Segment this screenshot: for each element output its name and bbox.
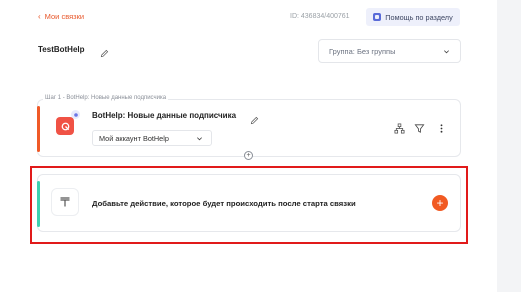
network-icon[interactable] [393, 122, 405, 134]
text-action-icon [51, 188, 79, 216]
main-panel: ‹ Мои связки ID: 436834/400761 Помощь по… [0, 0, 497, 292]
edit-step-pencil-icon[interactable] [250, 112, 259, 125]
account-select-value: Мой аккаунт BotHelp [99, 133, 169, 143]
add-step-icon[interactable]: + [244, 151, 253, 160]
bundle-id: ID: 436834/400761 [290, 13, 350, 20]
add-action-text: Добавьте действие, которое будет происхо… [92, 199, 356, 208]
help-icon [373, 13, 382, 21]
step-label: Шаг 1 - BotHelp: Новые данные подписчика [43, 95, 169, 101]
filter-icon[interactable] [413, 122, 425, 134]
help-button-label: Помощь по разделу [385, 12, 453, 22]
back-link-label: Мои связки [44, 12, 85, 21]
back-link[interactable]: ‹ Мои связки [38, 12, 84, 21]
bot-title: TestBotHelp [38, 45, 85, 54]
account-select[interactable]: Мой аккаунт BotHelp [92, 130, 212, 146]
chevron-left-icon: ‹ [38, 11, 41, 21]
group-select[interactable]: Группа: Без группы [318, 39, 461, 63]
trigger-badge-icon [71, 110, 80, 119]
help-button[interactable]: Помощь по разделу [366, 8, 460, 26]
step-accent-bar [37, 106, 40, 152]
edit-title-pencil-icon[interactable] [100, 45, 109, 58]
right-sidebar [497, 0, 521, 292]
more-icon[interactable] [435, 122, 447, 134]
chevron-down-icon [196, 135, 203, 142]
chevron-down-icon [443, 48, 450, 55]
group-select-value: Группа: Без группы [329, 46, 396, 56]
action-accent-bar [37, 181, 40, 227]
plus-icon[interactable]: + [432, 195, 448, 211]
bothelp-app-icon [56, 117, 74, 135]
step-title: BotHelp: Новые данные подписчика [92, 111, 237, 120]
